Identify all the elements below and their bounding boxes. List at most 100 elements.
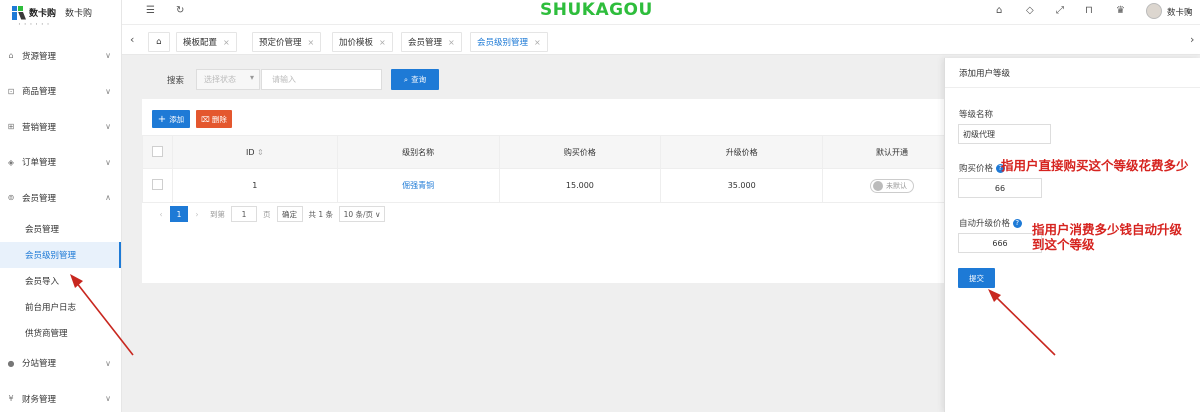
table-header-row: ID ⇕ 级别名称 购买价格 升级价格 默认开通: [142, 135, 962, 169]
sidebar-item-marketing[interactable]: ⊞ 营销管理 ∨: [0, 109, 121, 145]
sidebar-subitem-user-log[interactable]: 前台用户日志: [0, 294, 121, 320]
refresh-icon[interactable]: ↻: [176, 5, 184, 16]
select-all-checkbox[interactable]: [151, 145, 163, 157]
column-header-upgrade-price: 升级价格: [660, 135, 824, 169]
fullscreen-icon[interactable]: ⤢: [1056, 5, 1064, 16]
search-input[interactable]: 请输入: [261, 69, 383, 90]
upgrade-price-label-text: 自动升级价格: [959, 219, 1011, 229]
delete-button[interactable]: ⌧ 删除: [196, 110, 232, 128]
sidebar-item-orders[interactable]: ◈ 订单管理 ∨: [0, 145, 121, 181]
page-number-current[interactable]: 1: [170, 206, 188, 222]
chevron-down-icon: ∨: [105, 157, 111, 167]
sidebar-item-label: 营销管理: [22, 122, 57, 133]
page-size-value: 10 条/页: [343, 209, 374, 219]
column-header-label: ID: [245, 147, 255, 157]
upgrade-price-input[interactable]: 666: [958, 233, 1042, 253]
plus-icon: +: [157, 113, 167, 125]
upgrade-price-note-line2: 到这个等级: [1032, 237, 1095, 252]
tab-markup-template[interactable]: 加价模板 ×: [332, 32, 393, 52]
tab-label: 会员管理: [408, 38, 443, 48]
level-name-input[interactable]: 初级代理: [958, 124, 1051, 144]
default-toggle[interactable]: 未默认: [870, 178, 915, 193]
close-icon[interactable]: ×: [308, 38, 315, 47]
level-name-link[interactable]: 倔强青铜: [402, 181, 434, 190]
tab-label: 会员级别管理: [477, 38, 529, 48]
add-button-label: 添加: [169, 114, 185, 124]
buy-price-note: 指用户直接购买这个等级花费多少: [1001, 158, 1189, 173]
buy-price-label: 购买价格 ?: [959, 162, 1005, 174]
sidebar-item-label: 会员管理: [22, 193, 57, 204]
status-select[interactable]: 选择状态 ▾: [196, 69, 261, 90]
tab-template-config[interactable]: 模板配置 ×: [176, 32, 237, 52]
column-header-name: 级别名称: [336, 135, 500, 169]
chevron-down-icon[interactable]: ∨: [1186, 7, 1192, 16]
logo-text: 数卡购: [29, 9, 57, 19]
home-icon[interactable]: ⌂: [996, 5, 1002, 16]
next-page-icon[interactable]: ›: [188, 206, 206, 222]
close-icon[interactable]: ×: [534, 38, 541, 47]
sidebar-subitem-member-management[interactable]: 会员管理: [0, 216, 121, 242]
prev-page-icon[interactable]: ‹: [152, 206, 170, 222]
menu-toggle-icon[interactable]: ☰: [146, 5, 155, 16]
avatar[interactable]: [1146, 3, 1162, 19]
sidebar-item-label: 商品管理: [22, 87, 57, 98]
caret-down-icon: ▾: [250, 73, 255, 82]
tab-preset-price[interactable]: 预定价管理 ×: [252, 32, 322, 52]
sidebar-subitem-member-import[interactable]: 会员导入: [0, 268, 121, 294]
tab-label: 模板配置: [183, 38, 218, 48]
user-icon: ⊚: [7, 193, 15, 203]
buy-price-label-text: 购买价格: [959, 164, 994, 174]
chevron-up-icon: ∧: [105, 193, 111, 203]
cell-buy-price: 15.000: [498, 168, 662, 203]
cell-id: 1: [171, 168, 338, 203]
select-all-cell: [142, 135, 173, 169]
sidebar-item-products[interactable]: ⊡ 商品管理 ∨: [0, 74, 121, 110]
close-icon[interactable]: ×: [223, 38, 230, 47]
group-icon: ●: [7, 358, 15, 368]
buy-price-input[interactable]: 66: [958, 178, 1042, 198]
query-button[interactable]: ⌕ 查询: [391, 69, 440, 90]
tab-member-management[interactable]: 会员管理 ×: [401, 32, 462, 52]
app-name: 数卡购: [65, 9, 93, 19]
column-header-buy-price: 购买价格: [498, 135, 662, 169]
tab-label: 加价模板: [339, 38, 374, 48]
sort-icon[interactable]: ⇕: [257, 148, 264, 157]
chevron-down-icon: ∨: [375, 209, 381, 219]
sidebar-item-substation[interactable]: ● 分站管理 ∨: [0, 346, 121, 382]
page-size-select[interactable]: 10 条/页 ∨: [339, 206, 386, 222]
chevron-right-icon[interactable]: ›: [1190, 33, 1194, 46]
drawer-title: 添加用户等级: [945, 58, 1200, 88]
search-icon: ⌕: [403, 74, 409, 84]
toggle-knob: [873, 180, 884, 191]
sidebar-item-members[interactable]: ⊚ 会员管理 ∧: [0, 180, 121, 216]
close-icon[interactable]: ×: [379, 38, 386, 47]
row-checkbox[interactable]: [151, 179, 163, 190]
chevron-down-icon: ∨: [105, 394, 111, 404]
status-select-placeholder: 选择状态: [204, 75, 237, 84]
sidebar-item-clipped: · · · · · ·: [18, 21, 50, 29]
lock-icon[interactable]: ⊓: [1085, 5, 1093, 16]
tag-icon[interactable]: ◇: [1026, 5, 1034, 16]
table-panel: + 添加 ⌧ 删除 ID ⇕ 级别名称 购买价格 升级价格 默认开通 1 倔强青…: [142, 99, 962, 283]
sidebar-subitem-supplier[interactable]: 供货商管理: [0, 320, 121, 346]
table-row: 1 倔强青铜 15.000 35.000 未默认: [142, 168, 962, 203]
tab-member-level[interactable]: 会员级别管理 ×: [470, 32, 548, 52]
help-icon[interactable]: ?: [1012, 219, 1022, 228]
chevron-left-icon[interactable]: ‹: [130, 33, 134, 46]
sidebar-item-supply[interactable]: ⌂ 货源管理 ∨: [0, 38, 121, 74]
submit-button[interactable]: 提交: [958, 268, 995, 288]
tab-home[interactable]: ⌂: [148, 32, 170, 52]
query-button-label: 查询: [411, 75, 427, 84]
search-label: 搜索: [167, 75, 185, 86]
theme-icon[interactable]: ♛: [1116, 5, 1125, 16]
store-icon: ⌂: [8, 51, 14, 61]
goto-confirm-button[interactable]: 确定: [276, 206, 303, 222]
brand-banner: SHUKAGOU: [540, 0, 653, 20]
close-icon[interactable]: ×: [448, 38, 455, 47]
goto-page-input[interactable]: 1: [231, 206, 257, 222]
column-header-id[interactable]: ID ⇕: [171, 135, 338, 169]
sidebar-subitem-member-level[interactable]: 会员级别管理: [0, 241, 121, 268]
add-button[interactable]: + 添加: [152, 110, 190, 128]
gift-icon: ⊞: [7, 122, 15, 132]
sidebar-item-finance[interactable]: ¥ 财务管理 ∨: [0, 381, 121, 412]
